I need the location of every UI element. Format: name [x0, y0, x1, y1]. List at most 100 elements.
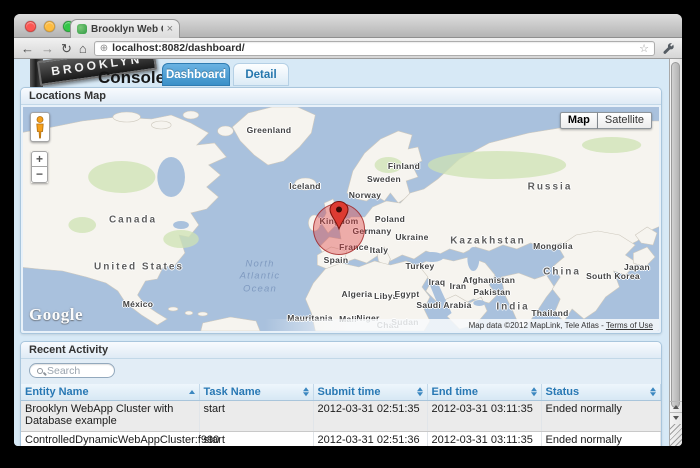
map-country-label: Algeria	[342, 289, 373, 299]
map-country-label: Greenland	[247, 125, 292, 135]
tab-detail[interactable]: Detail	[233, 63, 289, 86]
column-label: Task Name	[204, 386, 261, 398]
activity-table-row[interactable]: Brooklyn WebApp Cluster with Database ex…	[21, 400, 661, 432]
home-icon[interactable]: ⌂	[79, 42, 87, 55]
map-country-label: China	[543, 267, 581, 278]
map-type-control: Map Satellite	[560, 112, 652, 129]
reload-icon[interactable]: ↻	[61, 42, 72, 55]
table-cell: start	[199, 400, 313, 432]
map-country-label: Spain	[324, 255, 349, 265]
zoom-out-button[interactable]: −	[31, 167, 48, 183]
window-resize-grip[interactable]	[670, 424, 682, 446]
browser-viewport: BROOKLYN Console Dashboard Detail Locati…	[14, 59, 682, 446]
map-country-label: México	[123, 299, 154, 309]
map-type-satellite-button[interactable]: Satellite	[598, 112, 652, 129]
zoom-in-button[interactable]: +	[31, 151, 48, 167]
sort-ascending-icon	[189, 390, 195, 394]
bookmark-star-icon[interactable]: ☆	[639, 42, 649, 55]
map-country-label: Italy	[370, 245, 389, 255]
location-marker-icon[interactable]	[329, 201, 349, 231]
dashboard-page: BROOKLYN Console Dashboard Detail Locati…	[14, 59, 669, 446]
recent-activity-header: Recent Activity	[21, 342, 661, 359]
map-country-label: Sweden	[367, 174, 401, 184]
map-country-label: Norway	[349, 190, 382, 200]
sort-both-icon	[531, 387, 537, 397]
scrollbar-thumb[interactable]	[671, 62, 680, 408]
pegman-icon	[33, 115, 47, 139]
map-country-label: Egypt	[394, 289, 419, 299]
column-label: End time	[432, 386, 478, 398]
app-title: Console	[98, 68, 165, 88]
column-header-status[interactable]: Status	[541, 384, 661, 400]
scrollbar-down-icon[interactable]	[670, 412, 682, 423]
table-cell: 2012-03-31 03:11:35	[427, 400, 541, 432]
map-country-label: Poland	[375, 214, 405, 224]
map-country-label: Canada	[109, 215, 157, 226]
close-window-button[interactable]	[25, 21, 36, 32]
wrench-menu-icon[interactable]	[662, 42, 675, 55]
scrollbar-up-icon[interactable]	[670, 401, 682, 412]
column-header-end-time[interactable]: End time	[427, 384, 541, 400]
url-text[interactable]: localhost:8082/dashboard/	[112, 42, 635, 54]
activity-table: Entity Name Task Name Submit time End time S…	[21, 384, 661, 446]
search-row: Search	[21, 359, 661, 384]
pegman-streetview-control[interactable]	[30, 112, 50, 142]
column-label: Entity Name	[25, 386, 89, 398]
page-globe-icon: ⊕	[100, 43, 108, 54]
map-type-map-button[interactable]: Map	[560, 112, 598, 129]
minimize-window-button[interactable]	[44, 21, 55, 32]
search-input[interactable]: Search	[29, 363, 115, 378]
search-icon	[37, 368, 43, 374]
map-zoom-control: + −	[31, 151, 48, 183]
browser-toolbar: ← → ↻ ⌂ ⊕ localhost:8082/dashboard/ ☆	[14, 38, 682, 59]
screenshot-stage: Brooklyn Web Console – Da × ← → ↻ ⌂ ⊕ lo…	[0, 0, 700, 468]
sort-both-icon	[650, 387, 656, 397]
column-header-task-name[interactable]: Task Name	[199, 384, 313, 400]
map-country-label: Thailand	[531, 308, 568, 318]
map-country-label: Pakistan	[473, 287, 510, 297]
map-country-label: Kazakhstan	[450, 236, 526, 247]
url-bar[interactable]: ⊕ localhost:8082/dashboard/ ☆	[94, 41, 655, 56]
table-cell: 2012-03-31 03:11:35	[427, 432, 541, 446]
sort-both-icon	[417, 387, 423, 397]
browser-scrollbar[interactable]	[669, 59, 682, 446]
column-label: Submit time	[318, 386, 381, 398]
tab-dashboard[interactable]: Dashboard	[162, 63, 230, 86]
table-cell: Ended normally	[541, 432, 661, 446]
search-placeholder: Search	[47, 365, 80, 377]
activity-table-body: Brooklyn WebApp Cluster with Database ex…	[21, 400, 661, 446]
browser-titlebar[interactable]: Brooklyn Web Console – Da ×	[14, 14, 682, 38]
terms-of-use-link[interactable]: Terms of Use	[606, 321, 653, 330]
google-logo[interactable]: Google	[29, 305, 83, 325]
column-header-entity-name[interactable]: Entity Name	[21, 384, 199, 400]
map-country-label: Afghanistan	[463, 275, 515, 285]
activity-table-head-row: Entity Name Task Name Submit time End time S…	[21, 384, 661, 400]
map-country-label: Mongolia	[533, 241, 573, 251]
map-country-label: Saudi Arabia	[416, 300, 471, 310]
table-cell: 2012-03-31 02:51:35	[313, 400, 427, 432]
column-label: Status	[546, 386, 580, 398]
ocean-label: NorthAtlanticOcean	[240, 258, 281, 295]
column-header-submit-time[interactable]: Submit time	[313, 384, 427, 400]
table-cell: Ended normally	[541, 400, 661, 432]
map-country-label: United States	[94, 262, 184, 273]
browser-tab[interactable]: Brooklyn Web Console – Da ×	[70, 19, 180, 38]
map-attribution: Map data ©2012 MapLink, Tele Atlas - Ter…	[265, 319, 659, 331]
locations-map-header: Locations Map	[21, 88, 661, 105]
table-cell: 2012-03-31 02:51:36	[313, 432, 427, 446]
map-country-label: Finland	[388, 161, 420, 171]
map-country-label: Iceland	[289, 181, 320, 191]
map-country-label: Ukraine	[395, 232, 428, 242]
table-cell: Brooklyn WebApp Cluster with Database ex…	[21, 400, 199, 432]
locations-map-panel: Locations Map	[20, 87, 662, 334]
map-country-label: Turkey	[405, 261, 434, 271]
table-cell: start	[199, 432, 313, 446]
back-icon[interactable]: ←	[21, 42, 34, 55]
forward-icon[interactable]: →	[41, 42, 54, 55]
traffic-lights	[25, 21, 74, 32]
map-country-label: India	[496, 302, 529, 313]
tab-favicon-icon	[77, 24, 87, 34]
tab-close-icon[interactable]: ×	[167, 24, 173, 35]
activity-table-row[interactable]: ControlledDynamicWebAppCluster:f990start…	[21, 432, 661, 446]
google-map[interactable]: Greenland Canada United States México Icelan…	[23, 107, 659, 331]
